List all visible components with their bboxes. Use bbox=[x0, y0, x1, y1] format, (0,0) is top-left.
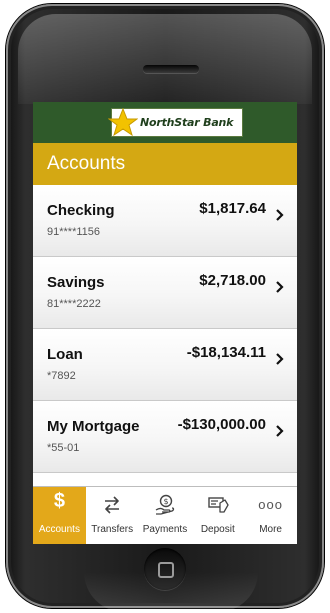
earpiece-speaker bbox=[143, 65, 199, 73]
brand-header: NorthStar Bank bbox=[33, 102, 297, 143]
home-square-icon bbox=[158, 562, 174, 578]
account-row-savings[interactable]: Savings 81****2222 $2,718.00 bbox=[33, 257, 297, 329]
page-title: Accounts bbox=[47, 153, 126, 174]
tab-transfers[interactable]: Transfers bbox=[86, 487, 139, 544]
svg-text:$: $ bbox=[163, 497, 168, 506]
star-icon bbox=[108, 107, 138, 136]
tab-label: Transfers bbox=[91, 524, 134, 535]
dollar-icon: $ bbox=[53, 490, 65, 512]
bank-name: NorthStar Bank bbox=[140, 116, 234, 129]
tab-deposit[interactable]: Deposit bbox=[191, 487, 244, 544]
tab-payments[interactable]: $ Payments bbox=[139, 487, 192, 544]
account-name: Loan bbox=[47, 346, 83, 363]
title-bar: Accounts bbox=[33, 143, 297, 185]
account-number: 91****1156 bbox=[47, 226, 101, 238]
tab-bar: $ Accounts Transfers $ Payments Deposit … bbox=[33, 486, 297, 544]
payment-hand-icon: $ bbox=[155, 494, 175, 515]
account-number: 81****2222 bbox=[47, 298, 101, 310]
chevron-right-icon bbox=[276, 425, 284, 437]
account-balance: -$130,000.00 bbox=[177, 416, 266, 433]
home-button[interactable] bbox=[144, 548, 186, 590]
account-name: Checking bbox=[47, 202, 115, 219]
tab-label: Accounts bbox=[38, 524, 80, 535]
tab-accounts[interactable]: $ Accounts bbox=[33, 487, 86, 544]
tab-label: Payments bbox=[142, 524, 188, 535]
chevron-right-icon bbox=[276, 353, 284, 365]
account-balance: $2,718.00 bbox=[199, 272, 266, 289]
app-screen: NorthStar Bank Accounts Checking 91****1… bbox=[33, 102, 297, 544]
account-name: Savings bbox=[47, 274, 105, 291]
tab-more[interactable]: ooo More bbox=[244, 487, 297, 544]
account-balance: -$18,134.11 bbox=[186, 344, 266, 361]
account-row-loan[interactable]: Loan *7892 -$18,134.11 bbox=[33, 329, 297, 401]
phone-gloss bbox=[18, 14, 312, 104]
chevron-right-icon bbox=[276, 209, 284, 221]
chevron-right-icon bbox=[276, 281, 284, 293]
check-deposit-icon bbox=[208, 497, 229, 513]
account-row-checking[interactable]: Checking 91****1156 $1,817.64 bbox=[33, 185, 297, 257]
account-row-mortgage[interactable]: My Mortgage *55-01 -$130,000.00 bbox=[33, 401, 297, 473]
account-number: *55-01 bbox=[47, 442, 80, 454]
transfer-arrows-icon bbox=[105, 496, 120, 514]
tab-label: Deposit bbox=[200, 524, 235, 535]
account-number: *7892 bbox=[47, 370, 76, 382]
tab-label: More bbox=[259, 524, 282, 535]
account-balance: $1,817.64 bbox=[199, 200, 266, 217]
bank-logo: NorthStar Bank bbox=[108, 107, 243, 137]
more-dots-icon: ooo bbox=[258, 497, 283, 512]
account-name: My Mortgage bbox=[47, 418, 140, 435]
